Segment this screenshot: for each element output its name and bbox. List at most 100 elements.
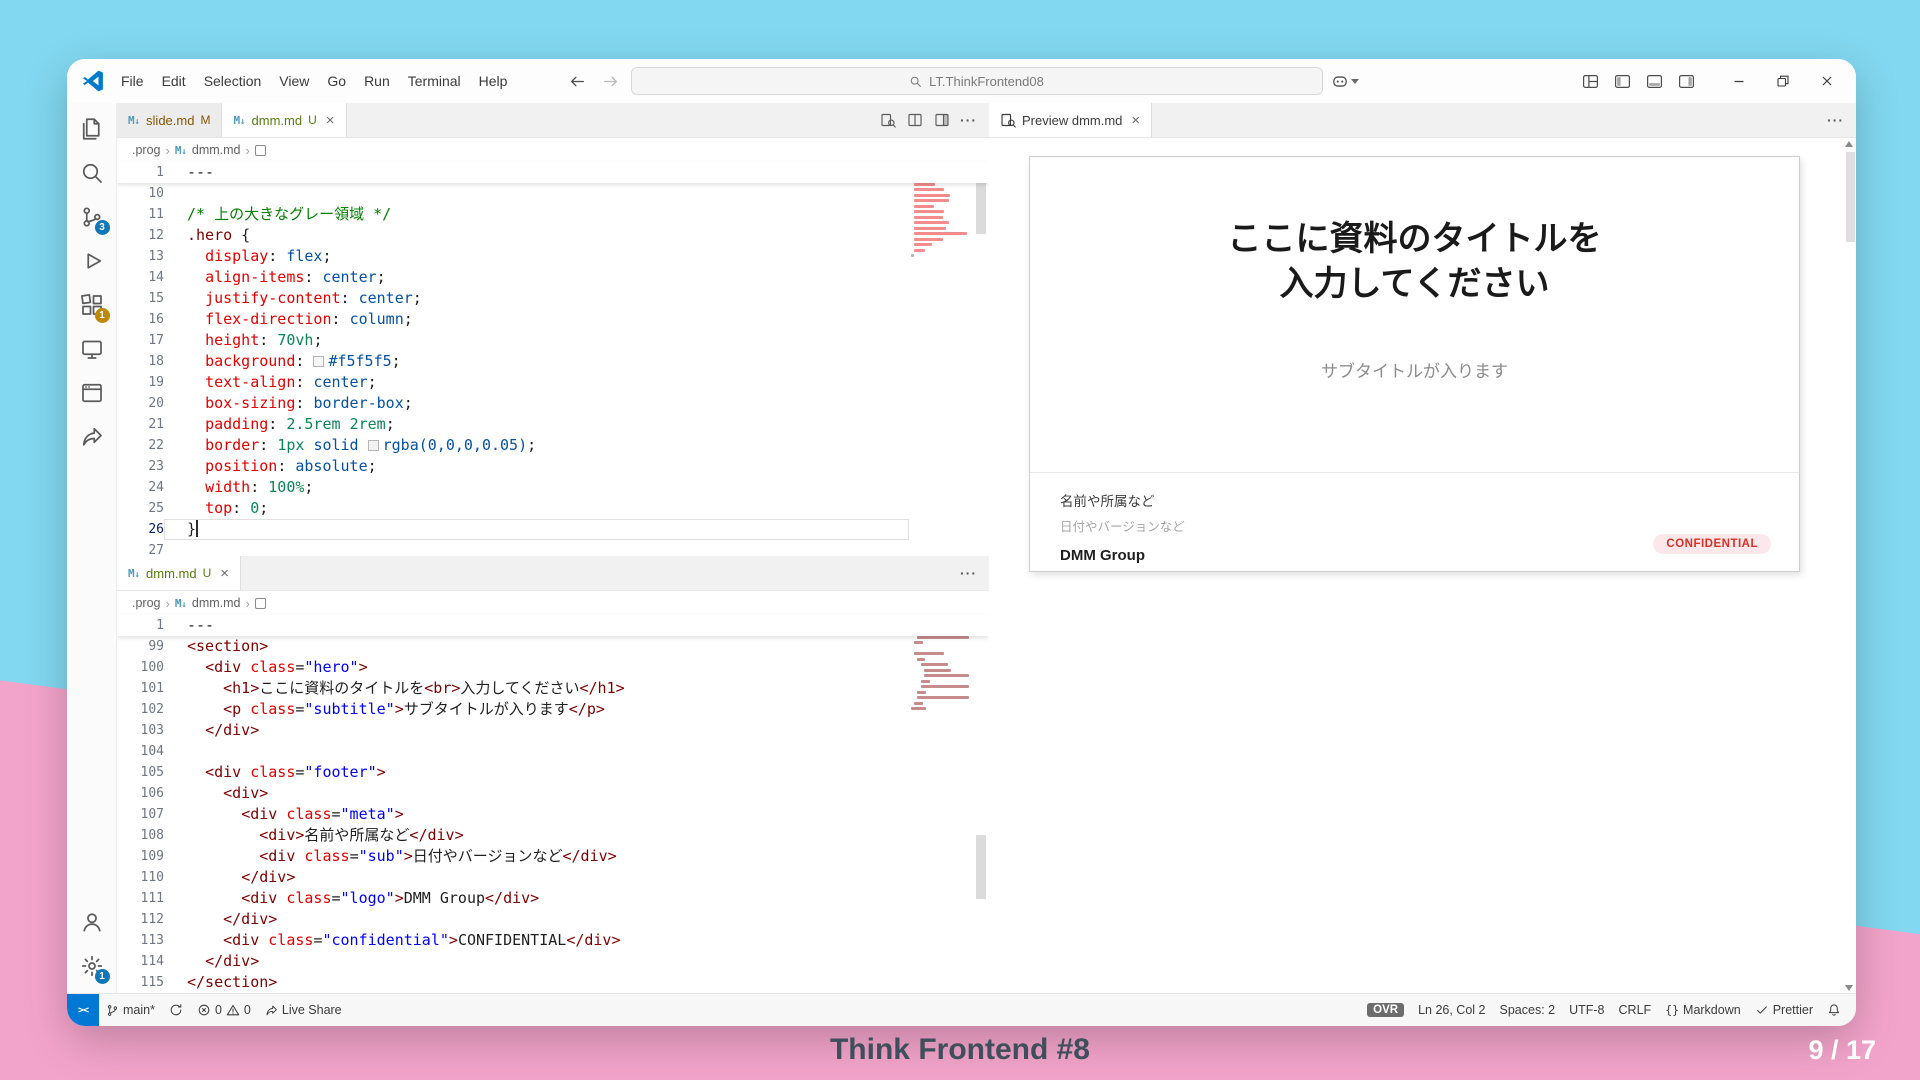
tab-preview-dmm.md[interactable]: Preview dmm.md × bbox=[989, 103, 1153, 137]
restore-button[interactable] bbox=[1762, 59, 1804, 103]
check-icon bbox=[1755, 1003, 1769, 1017]
forward-button[interactable] bbox=[598, 73, 623, 90]
line-number: 1 bbox=[156, 165, 164, 180]
markdown-icon: M↓ bbox=[128, 113, 141, 127]
copilot-menu[interactable] bbox=[1331, 72, 1359, 90]
menubar: File Edit Selection View Go Run Terminal Help bbox=[112, 69, 516, 93]
status-notifications[interactable] bbox=[1820, 994, 1848, 1026]
command-center[interactable]: LT.ThinkFrontend08 bbox=[630, 67, 1323, 95]
presentation-slide: File Edit Selection View Go Run Terminal Help L… bbox=[0, 0, 1920, 1080]
tab-slide.md[interactable]: M↓ slide.md M bbox=[117, 103, 223, 137]
editor-column: M↓ slide.md M M↓ dmm.md U × ··· .prog › M↓ dmm.md ›… bbox=[117, 103, 990, 994]
tab-dmm.md[interactable]: M↓ dmm.md U × bbox=[222, 103, 347, 137]
copilot-icon bbox=[1331, 72, 1349, 90]
scroll-up-arrow[interactable] bbox=[1845, 141, 1853, 147]
scroll-down-arrow[interactable] bbox=[1845, 985, 1853, 991]
status-problems[interactable]: 00 bbox=[190, 994, 258, 1026]
status-live-share[interactable]: Live Share bbox=[258, 994, 349, 1026]
remote-indicator[interactable]: >< bbox=[67, 994, 99, 1026]
code-line: 1 --- bbox=[117, 615, 989, 636]
more-button[interactable]: ··· bbox=[956, 561, 981, 586]
remote-explorer-icon bbox=[80, 337, 104, 361]
activity-search[interactable] bbox=[69, 151, 115, 195]
menu-go[interactable]: Go bbox=[318, 69, 355, 93]
status-bar: >< main* 0 0 Live Share OVR Ln 26, Col 2 Spaces… bbox=[67, 993, 1856, 1026]
slide-subtitle: サブタイトルが入ります bbox=[1321, 362, 1508, 381]
line-number: 105 bbox=[140, 765, 164, 780]
git-status-badge: U bbox=[202, 566, 212, 580]
split-editor-button[interactable] bbox=[902, 108, 927, 133]
preview-scrollbar[interactable] bbox=[1846, 152, 1855, 242]
code-editor-bottom[interactable]: 1 --- 99 <section> 100 <div class="hero"> 101… bbox=[117, 615, 989, 994]
breadcrumb-item[interactable]: .prog bbox=[132, 596, 161, 610]
status-indentation[interactable]: Spaces: 2 bbox=[1493, 994, 1563, 1026]
menu-view[interactable]: View bbox=[270, 69, 318, 93]
back-button[interactable] bbox=[565, 73, 590, 90]
editor-scrollbar[interactable] bbox=[976, 834, 986, 899]
minimize-button[interactable] bbox=[1718, 59, 1760, 103]
code-line: 112 </div> bbox=[117, 909, 989, 930]
status-overtype[interactable]: OVR bbox=[1360, 994, 1411, 1026]
activity-settings[interactable]: 1 bbox=[69, 944, 115, 988]
activity-remote-explorer[interactable] bbox=[69, 327, 115, 371]
git-status-badge: U bbox=[308, 113, 317, 127]
toggle-panel-button[interactable] bbox=[1638, 66, 1670, 96]
close-tab-button[interactable]: × bbox=[1131, 113, 1140, 128]
line-number: 115 bbox=[140, 975, 164, 990]
close-tab-button[interactable]: × bbox=[220, 566, 229, 581]
code-line: 22 border: 1px solid rgba(0,0,0,0.05); bbox=[117, 435, 989, 456]
menu-run[interactable]: Run bbox=[355, 69, 399, 93]
line-content: position: absolute; bbox=[205, 457, 377, 475]
code-line: 107 <div class="meta"> bbox=[117, 804, 989, 825]
line-content: justify-content: center; bbox=[205, 289, 422, 307]
activity-live-share[interactable] bbox=[69, 415, 115, 459]
activity-run-debug[interactable] bbox=[69, 239, 115, 283]
toggle-primary-sidebar-button[interactable] bbox=[1606, 66, 1638, 96]
tab-dmm.md[interactable]: M↓ dmm.md U × bbox=[117, 556, 242, 590]
customize-layout-button[interactable] bbox=[1574, 66, 1606, 96]
activity-live-preview[interactable] bbox=[69, 371, 115, 415]
search-icon bbox=[80, 161, 104, 185]
breadcrumb-item[interactable]: .prog bbox=[132, 143, 161, 157]
line-number: 100 bbox=[140, 660, 164, 675]
status-git-branch[interactable]: main* bbox=[99, 994, 162, 1026]
status-encoding[interactable]: UTF-8 bbox=[1562, 994, 1611, 1026]
close-tab-button[interactable]: × bbox=[326, 113, 335, 128]
tab-bar-bottom: M↓ dmm.md U × ··· bbox=[117, 556, 989, 591]
menu-terminal[interactable]: Terminal bbox=[399, 69, 470, 93]
breadcrumb-item[interactable]: dmm.md bbox=[192, 596, 241, 610]
breadcrumb-item[interactable]: dmm.md bbox=[192, 143, 241, 157]
activity-source-control[interactable]: 3 bbox=[69, 195, 115, 239]
open-preview-button[interactable] bbox=[875, 108, 900, 133]
code-editor-top[interactable]: 1 --- 10 11 /* 上の大きなグレー領域 */ 12 .hero {13 disp… bbox=[117, 162, 989, 556]
status-sync[interactable] bbox=[162, 994, 190, 1026]
menu-help[interactable]: Help bbox=[470, 69, 517, 93]
line-number: 112 bbox=[140, 912, 164, 927]
status-formatter[interactable]: Prettier bbox=[1748, 994, 1820, 1026]
toggle-layout-button[interactable] bbox=[929, 108, 954, 133]
menu-file[interactable]: File bbox=[112, 69, 153, 93]
confidential-badge: CONFIDENTIAL bbox=[1653, 534, 1771, 554]
line-content: <div class="sub">日付やバージョンなど</div> bbox=[259, 847, 617, 865]
status-eol[interactable]: CRLF bbox=[1612, 994, 1659, 1026]
activity-account[interactable] bbox=[69, 900, 115, 944]
menu-edit[interactable]: Edit bbox=[153, 69, 195, 93]
status-cursor-position[interactable]: Ln 26, Col 2 bbox=[1411, 994, 1492, 1026]
close-button[interactable] bbox=[1806, 59, 1848, 103]
toggle-secondary-sidebar-button[interactable] bbox=[1670, 66, 1702, 96]
open-preview-icon bbox=[1000, 112, 1016, 128]
menu-selection[interactable]: Selection bbox=[195, 69, 271, 93]
code-line: 101 <h1>ここに資料のタイトルを<br>入力してください</h1> bbox=[117, 678, 989, 699]
activity-extensions[interactable]: 1 bbox=[69, 283, 115, 327]
code-line: 12 .hero { bbox=[117, 225, 989, 246]
status-label: main* bbox=[123, 1003, 155, 1017]
line-number: 106 bbox=[140, 786, 164, 801]
code-line: 21 padding: 2.5rem 2rem; bbox=[117, 414, 989, 435]
more-button[interactable]: ··· bbox=[956, 108, 981, 133]
line-content: <div>名前や所属など</div> bbox=[259, 826, 464, 844]
slide-footer: 名前や所属など 日付やバージョンなど DMM Group CONFIDENTIA… bbox=[1060, 479, 1771, 571]
status-label: Live Share bbox=[281, 1003, 342, 1017]
activity-explorer[interactable] bbox=[69, 107, 115, 151]
more-button[interactable]: ··· bbox=[1823, 108, 1848, 133]
status-language-mode[interactable]: {} Markdown bbox=[1658, 994, 1748, 1026]
